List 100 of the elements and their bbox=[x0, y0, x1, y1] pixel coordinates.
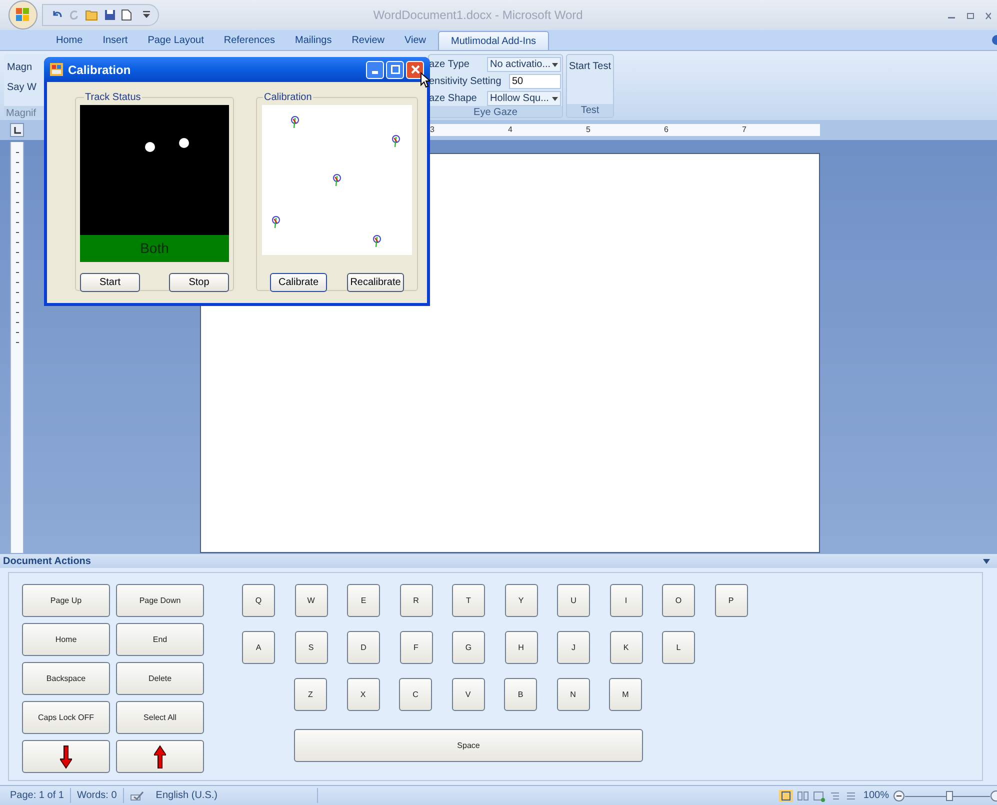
outline-icon[interactable] bbox=[829, 790, 842, 802]
ribbon-tab[interactable]: Review bbox=[342, 31, 394, 50]
close-button[interactable] bbox=[406, 60, 424, 78]
folder-icon[interactable] bbox=[85, 9, 99, 21]
key-button[interactable]: Z bbox=[294, 678, 327, 711]
close-icon bbox=[410, 65, 420, 74]
key-button[interactable]: E bbox=[347, 584, 380, 617]
key-button[interactable]: J bbox=[557, 631, 590, 664]
nav-button[interactable]: Select All bbox=[116, 701, 204, 734]
page-count[interactable]: Page: 1 of 1 bbox=[0, 788, 71, 803]
ribbon-tab[interactable]: References bbox=[214, 31, 286, 50]
dialog-button[interactable]: Recalibrate bbox=[347, 273, 404, 292]
eye-dot-icon bbox=[179, 138, 189, 148]
key-button[interactable]: K bbox=[610, 631, 642, 664]
nav-button[interactable]: Home bbox=[22, 623, 110, 656]
key-button[interactable]: G bbox=[452, 631, 485, 664]
space-key[interactable]: Space bbox=[294, 729, 643, 762]
ribbon-tab[interactable]: View bbox=[394, 31, 436, 50]
key-button[interactable]: B bbox=[504, 678, 537, 711]
mouse-cursor-icon bbox=[420, 72, 430, 88]
tab-stop-icon[interactable] bbox=[14, 126, 20, 134]
dialog-button[interactable]: Stop bbox=[169, 273, 229, 292]
ribbon-tab[interactable]: Home bbox=[46, 31, 93, 50]
maximize-button[interactable] bbox=[386, 60, 404, 78]
key-button[interactable]: P bbox=[714, 584, 748, 617]
dropdown-field[interactable]: Hollow Squ... bbox=[487, 91, 561, 106]
nav-button[interactable]: Caps Lock OFF bbox=[22, 701, 110, 734]
field-label: ensitivity Setting bbox=[429, 75, 502, 89]
zoom-out-icon[interactable] bbox=[893, 790, 905, 802]
down-arrow-button[interactable] bbox=[22, 740, 110, 773]
minimize-icon bbox=[372, 70, 378, 74]
ribbon-tab[interactable]: Mutlimodal Add-Ins bbox=[438, 31, 550, 50]
key-button[interactable]: C bbox=[399, 678, 432, 711]
language-indicator[interactable]: English (U.S.) bbox=[150, 788, 318, 803]
group-label: Test bbox=[567, 104, 613, 117]
calibration-marker-icon bbox=[290, 115, 300, 129]
ribbon-tab[interactable]: Page Layout bbox=[138, 31, 214, 50]
key-button[interactable]: M bbox=[609, 678, 642, 711]
ruler-number: 6 bbox=[664, 124, 668, 136]
key-button[interactable]: A bbox=[242, 631, 275, 664]
key-button[interactable]: D bbox=[347, 631, 380, 664]
dropdown-field[interactable]: No activatio... bbox=[487, 57, 561, 72]
document-icon[interactable] bbox=[121, 9, 132, 21]
start-test-button[interactable]: Start Test bbox=[568, 59, 612, 73]
up-arrow-icon bbox=[154, 744, 166, 768]
ribbon-button[interactable]: Say W bbox=[7, 80, 48, 95]
ribbon-tab[interactable]: Mailings bbox=[285, 31, 342, 50]
nav-button[interactable]: End bbox=[116, 623, 204, 656]
nav-button[interactable]: Page Up bbox=[22, 584, 110, 617]
pane-title: Document Actions bbox=[3, 554, 91, 568]
nav-button[interactable]: Backspace bbox=[22, 662, 110, 695]
zoom-level[interactable]: 100% bbox=[863, 788, 889, 803]
zoom-in-icon[interactable] bbox=[990, 790, 997, 802]
ribbon-button[interactable]: Magn bbox=[7, 60, 48, 75]
dialog-button[interactable]: Start bbox=[80, 273, 140, 292]
key-button[interactable]: U bbox=[557, 584, 590, 617]
key-button[interactable]: T bbox=[452, 584, 485, 617]
key-button[interactable]: O bbox=[662, 584, 695, 617]
key-button[interactable]: V bbox=[452, 678, 484, 711]
caret-icon bbox=[552, 62, 558, 66]
up-arrow-button[interactable] bbox=[116, 740, 204, 773]
ribbon-tab[interactable]: Insert bbox=[92, 31, 138, 50]
key-button[interactable]: N bbox=[556, 678, 590, 711]
ruler-number: 7 bbox=[742, 124, 746, 136]
word-count[interactable]: Words: 0 bbox=[70, 788, 124, 803]
ruler-number: 3 bbox=[430, 124, 434, 136]
proofing-icon[interactable] bbox=[130, 790, 144, 800]
tracking-status: Both bbox=[140, 239, 169, 258]
zoom-slider-thumb[interactable] bbox=[946, 790, 954, 800]
ruler-number: 4 bbox=[508, 124, 512, 136]
full-screen-icon[interactable] bbox=[797, 790, 810, 802]
minimize-button[interactable] bbox=[366, 60, 384, 78]
key-button[interactable]: Q bbox=[242, 584, 275, 617]
close-icon[interactable] bbox=[985, 10, 991, 20]
office-logo-icon[interactable] bbox=[8, 0, 38, 30]
web-layout-icon[interactable] bbox=[813, 790, 826, 802]
pane-menu-icon[interactable] bbox=[983, 558, 990, 564]
eye-dot-icon bbox=[145, 142, 155, 152]
key-button[interactable]: Y bbox=[504, 584, 538, 617]
dialog-title: Calibration bbox=[68, 62, 131, 78]
app-icon bbox=[50, 63, 63, 76]
draft-icon[interactable] bbox=[845, 790, 858, 802]
text-field[interactable]: 50 bbox=[509, 74, 561, 89]
key-button[interactable]: X bbox=[346, 678, 380, 711]
key-button[interactable]: R bbox=[400, 584, 432, 617]
dropdown-icon[interactable] bbox=[143, 11, 150, 19]
nav-button[interactable]: Delete bbox=[116, 662, 204, 695]
key-button[interactable]: F bbox=[400, 631, 432, 664]
key-button[interactable]: H bbox=[504, 631, 538, 664]
key-button[interactable]: W bbox=[294, 584, 328, 617]
group-title: Track Status bbox=[84, 91, 142, 105]
save-icon[interactable] bbox=[104, 9, 116, 21]
restore-icon[interactable] bbox=[966, 10, 975, 20]
key-button[interactable]: I bbox=[610, 584, 642, 617]
calibration-marker-icon bbox=[372, 234, 382, 248]
dialog-button[interactable]: Calibrate bbox=[270, 273, 327, 292]
print-layout-icon[interactable] bbox=[779, 790, 794, 802]
key-button[interactable]: L bbox=[662, 631, 695, 664]
key-button[interactable]: S bbox=[294, 631, 328, 664]
nav-button[interactable]: Page Down bbox=[116, 584, 204, 617]
